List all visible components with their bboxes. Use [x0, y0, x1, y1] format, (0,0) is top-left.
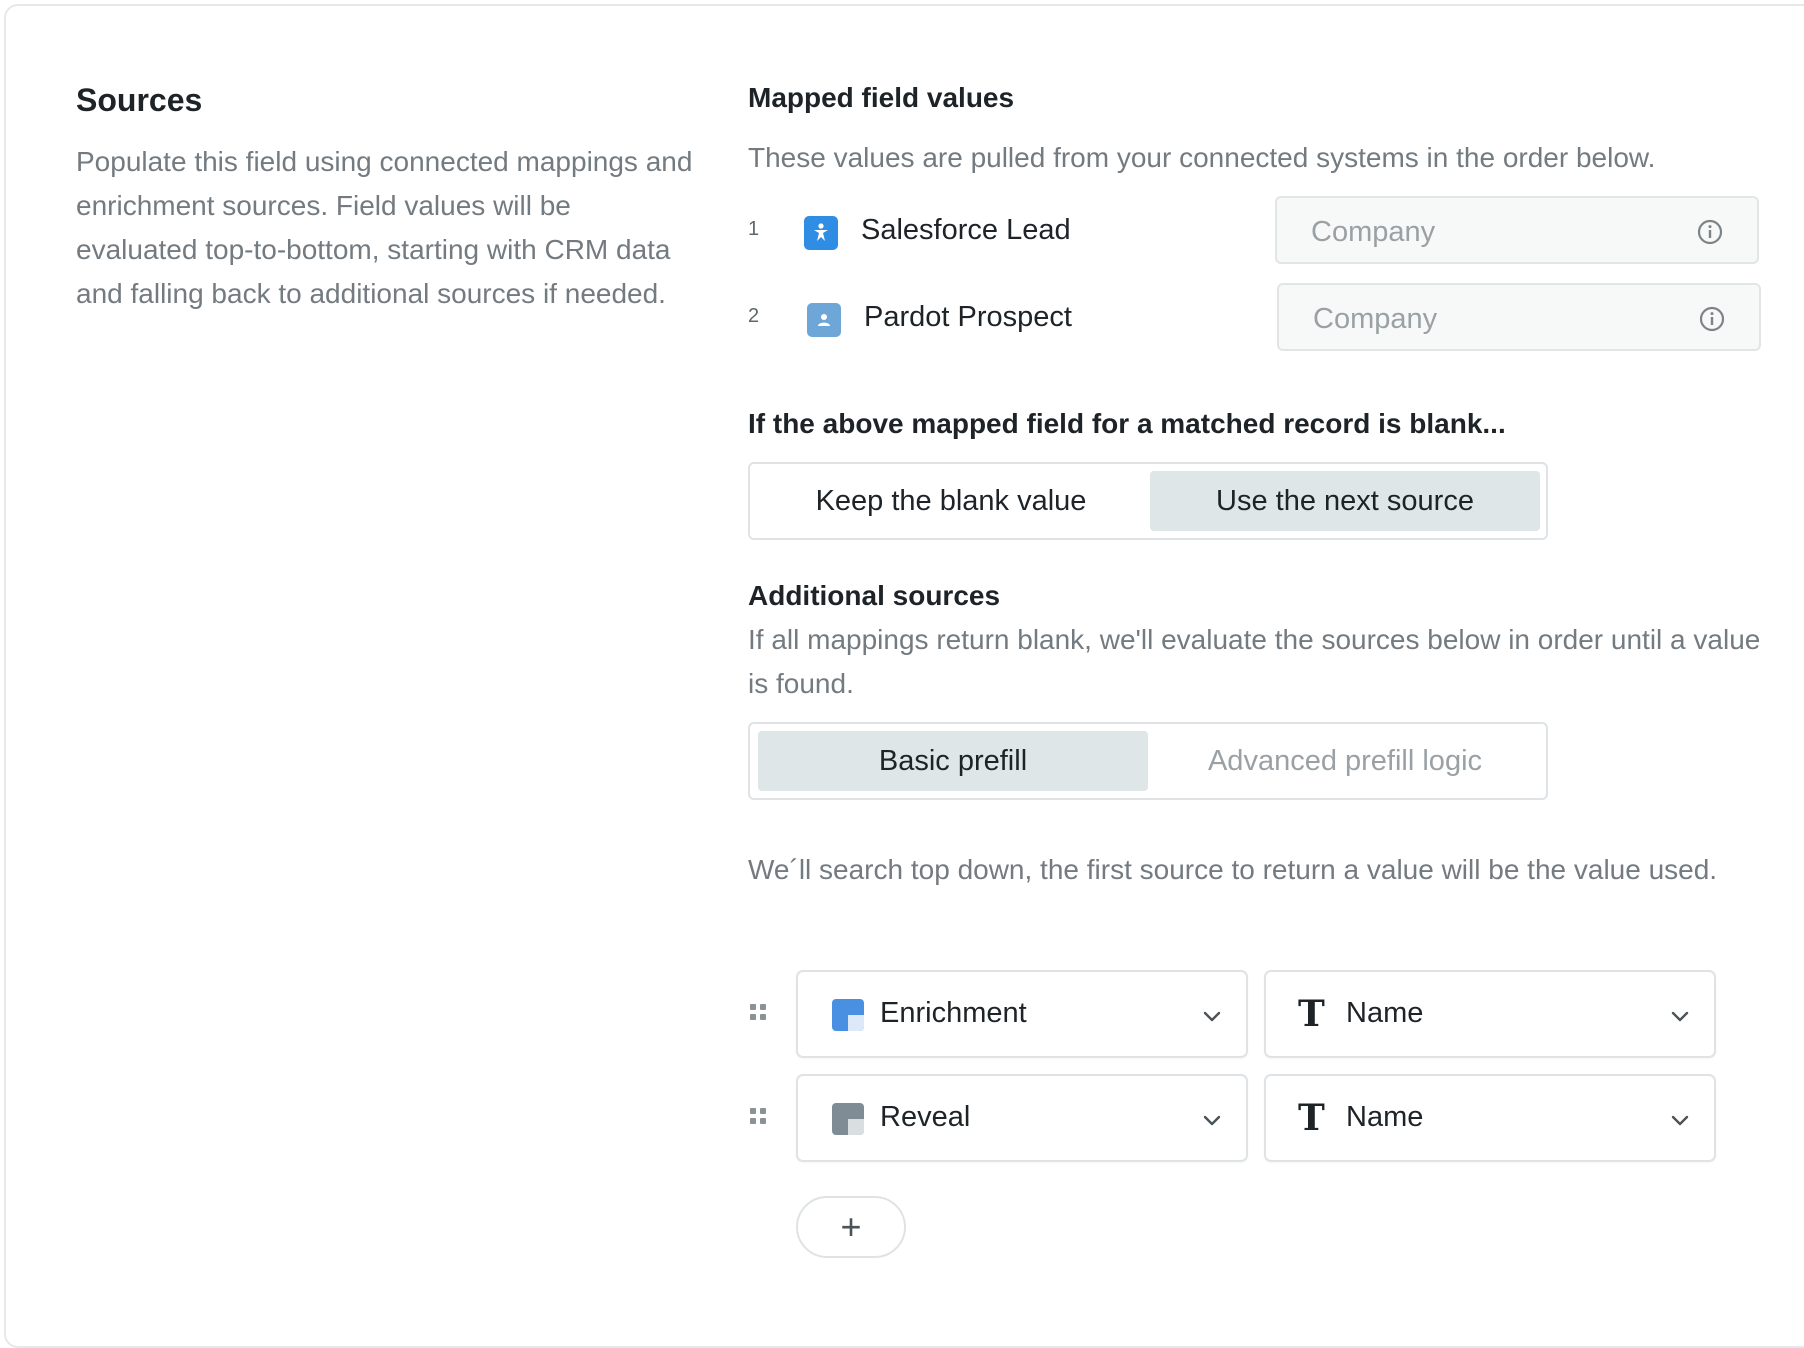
- plus-icon: +: [840, 1206, 862, 1247]
- blank-handling-title: If the above mapped field for a matched …: [748, 408, 1506, 439]
- drag-handle-icon[interactable]: [750, 1108, 768, 1126]
- enrichment-icon: [832, 999, 864, 1031]
- source-select[interactable]: Reveal: [796, 1074, 1248, 1162]
- mapped-values-title: Mapped field values: [748, 82, 1015, 113]
- source-select[interactable]: Enrichment: [796, 970, 1248, 1058]
- field-label: Name: [1346, 1101, 1424, 1133]
- blank-handling-toggle: Keep the blank value Use the next source: [748, 462, 1548, 540]
- search-order-hint: We´ll search top down, the first source …: [748, 854, 1718, 885]
- sources-description: Populate this field using connected mapp…: [76, 146, 693, 309]
- additional-sources-subtitle: If all mappings return blank, we'll eval…: [748, 624, 1761, 699]
- chevron-down-icon: [1671, 1115, 1689, 1126]
- sources-card: Sources Populate this field using connec…: [4, 4, 1804, 1348]
- source-label: Reveal: [880, 1101, 971, 1133]
- row-number: 1: [748, 218, 760, 240]
- field-placeholder: Company: [1311, 216, 1436, 248]
- field-label: Name: [1346, 997, 1424, 1029]
- chevron-down-icon: [1671, 1011, 1689, 1022]
- sources-title: Sources: [76, 82, 203, 118]
- field-select[interactable]: T Name: [1264, 970, 1716, 1058]
- mapped-field-select[interactable]: Company: [1275, 196, 1759, 264]
- drag-handle-icon[interactable]: [750, 1004, 768, 1022]
- field-select[interactable]: T Name: [1264, 1074, 1716, 1162]
- chevron-down-icon: [1203, 1115, 1221, 1126]
- additional-sources-title: Additional sources: [748, 580, 1001, 611]
- field-placeholder: Company: [1313, 303, 1438, 335]
- add-source-button[interactable]: +: [796, 1196, 906, 1258]
- info-icon[interactable]: [1699, 306, 1725, 332]
- row-number: 2: [748, 305, 760, 327]
- prefill-mode-toggle: Basic prefill Advanced prefill logic: [748, 722, 1548, 800]
- advanced-prefill-option[interactable]: Advanced prefill logic: [1150, 731, 1540, 791]
- pardot-person-icon: [807, 303, 841, 337]
- text-type-icon: T: [1298, 1097, 1325, 1139]
- basic-prefill-option[interactable]: Basic prefill: [758, 731, 1148, 791]
- text-type-icon: T: [1298, 993, 1325, 1035]
- reveal-icon: [832, 1103, 864, 1135]
- keep-blank-option[interactable]: Keep the blank value: [756, 471, 1146, 531]
- chevron-down-icon: [1203, 1011, 1221, 1022]
- mapped-row: 1 Salesforce Lead Company: [748, 196, 1762, 266]
- mapped-source-label: Salesforce Lead: [861, 214, 1071, 246]
- mapped-source-label: Pardot Prospect: [864, 301, 1072, 333]
- mapped-row: 2 Pardot Prospect Company: [748, 283, 1762, 353]
- info-icon[interactable]: [1697, 219, 1723, 245]
- use-next-source-option[interactable]: Use the next source: [1150, 471, 1540, 531]
- source-label: Enrichment: [880, 997, 1027, 1029]
- mapped-field-select[interactable]: Company: [1277, 283, 1761, 351]
- salesforce-person-icon: [804, 216, 838, 250]
- mapped-values-subtitle: These values are pulled from your connec…: [748, 142, 1656, 173]
